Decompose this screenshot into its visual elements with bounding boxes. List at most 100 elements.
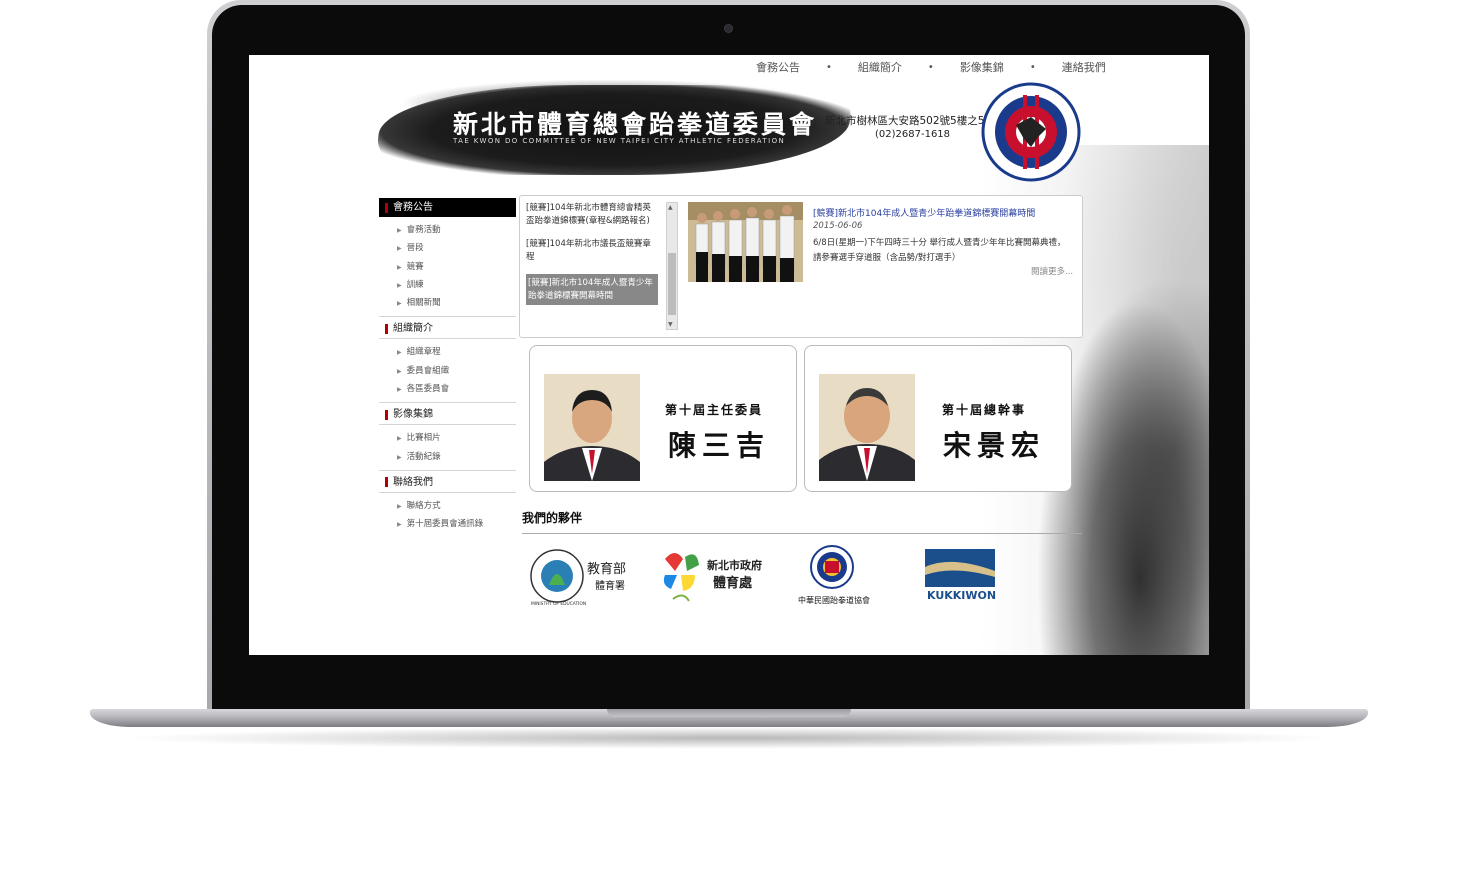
sidebar-item-records[interactable]: ▶ 活動紀錄	[397, 448, 516, 466]
section-marker	[385, 323, 388, 334]
triangle-icon: ▶	[397, 300, 402, 308]
news-scrollbar[interactable]: ▲ ▼	[666, 202, 678, 330]
sidebar-items: ▶ 聯絡方式 ▶ 第十屆委員會通訊錄	[379, 493, 516, 538]
sidebar-section-label: 影像集錦	[393, 409, 433, 421]
address: 新北市樹林區大安路502號5樓之5	[825, 115, 985, 127]
camera-icon	[725, 25, 732, 32]
partner-moe-logo[interactable]: MINISTRY OF EDUCATION 教育部 體育署	[527, 545, 639, 607]
person-role: 第十屆主任委員	[665, 403, 764, 417]
sidebar-item-label: 相關新聞	[406, 298, 441, 309]
top-nav-announcements[interactable]: 會務公告	[754, 59, 802, 75]
featured-news-title[interactable]: [競賽]新北市104年成人暨青少年跆拳道錦標賽開幕時間	[813, 206, 1035, 219]
sidebar-item-contact-info[interactable]: ▶ 聯絡方式	[397, 497, 516, 515]
scroll-down-icon[interactable]: ▼	[668, 321, 673, 328]
sidebar-item-photos[interactable]: ▶ 比賽相片	[397, 429, 516, 447]
laptop-shadow	[120, 727, 1340, 749]
sidebar-item-label: 第十屆委員會通訊錄	[406, 519, 484, 530]
triangle-icon: ▶	[397, 502, 402, 510]
person-card-chairman[interactable]: 第十屆主任委員 陳三吉	[529, 345, 797, 492]
sidebar-item-label: 競賽	[406, 261, 424, 272]
read-more-link[interactable]: 閱讀更多...	[1031, 265, 1073, 277]
triangle-icon: ▶	[397, 521, 402, 529]
sidebar-item-label: 活動紀錄	[406, 451, 441, 462]
portrait-image	[544, 374, 640, 481]
person-card-secretary[interactable]: 第十屆總幹事 宋景宏	[804, 345, 1072, 492]
sidebar-item-label: 晉段	[406, 243, 424, 254]
scrollbar-thumb[interactable]	[668, 253, 676, 315]
sidebar-items: ▶ 會務活動 ▶ 晉段 ▶ 競賽 ▶ 訓練 ▶ 相關新聞	[379, 217, 516, 318]
sidebar-item-promotion[interactable]: ▶ 晉段	[397, 239, 516, 257]
news-list-item[interactable]: [競賽]104年新北市議長盃競賽章程	[526, 238, 658, 263]
person-name: 宋景宏	[943, 429, 1046, 462]
sidebar-item-label: 訓練	[406, 279, 424, 290]
triangle-icon: ▶	[397, 367, 402, 375]
sidebar-section-contact[interactable]: 聯絡我們	[379, 473, 516, 493]
partner-kukkiwon-logo[interactable]: KUKKIWON	[921, 545, 1001, 607]
sidebar-item-activities[interactable]: ▶ 會務活動	[397, 221, 516, 239]
section-marker	[385, 477, 388, 488]
news-photo[interactable]	[688, 202, 803, 282]
triangle-icon: ▶	[397, 281, 402, 289]
triangle-icon: ▶	[397, 435, 402, 443]
top-nav: 會務公告 • 組織簡介 • 影像集錦 • 連絡我們	[754, 58, 1108, 76]
sidebar-section-gallery[interactable]: 影像集錦	[379, 405, 516, 426]
divider	[522, 533, 1082, 534]
sidebar-item-competition[interactable]: ▶ 競賽	[397, 258, 516, 276]
kukkiwon-name: KUKKIWON	[927, 589, 996, 602]
site-title: 新北市體育總會跆拳道委員會	[453, 110, 818, 139]
sidebar-item-label: 組織章程	[406, 347, 441, 358]
partner-ctf-logo[interactable]: 中華民國跆拳道協會	[794, 545, 884, 607]
ntpc-name: 新北市政府	[707, 558, 762, 572]
top-nav-about[interactable]: 組織簡介	[856, 59, 904, 75]
section-marker	[385, 202, 388, 213]
sidebar-item-label: 比賽相片	[406, 433, 441, 444]
sidebar-item-directory[interactable]: ▶ 第十屆委員會通訊錄	[397, 515, 516, 533]
sidebar-item-charter[interactable]: ▶ 組織章程	[397, 343, 516, 361]
person-name: 陳三吉	[668, 429, 771, 462]
laptop-notch	[607, 709, 851, 717]
news-list-item[interactable]: [競賽]104年新北市體育總會精英盃跆拳道錦標賽(章程&網路報名)	[526, 202, 658, 227]
committee-logo[interactable]	[976, 77, 1086, 187]
sidebar-item-label: 聯絡方式	[406, 500, 441, 511]
featured-news-date: 2015-06-06	[813, 221, 863, 231]
sidebar-item-label: 各區委員會	[406, 384, 450, 395]
sidebar-item-news[interactable]: ▶ 相關新聞	[397, 294, 516, 312]
sidebar-item-districts[interactable]: ▶ 各區委員會	[397, 380, 516, 398]
nav-separator: •	[927, 61, 934, 73]
phone: (02)2687-1618	[875, 129, 951, 140]
sidebar-item-label: 委員會組織	[406, 365, 450, 376]
sidebar-items: ▶ 比賽相片 ▶ 活動紀錄	[379, 425, 516, 471]
sidebar-section-about[interactable]: 組織簡介	[379, 319, 516, 340]
top-nav-gallery[interactable]: 影像集錦	[958, 59, 1006, 75]
triangle-icon: ▶	[397, 386, 402, 394]
scroll-up-icon[interactable]: ▲	[668, 204, 673, 211]
triangle-icon: ▶	[397, 453, 402, 461]
website-screen: 會務公告 • 組織簡介 • 影像集錦 • 連絡我們 新北市體育總會跆拳道委員會 …	[249, 55, 1209, 655]
nav-separator: •	[826, 61, 832, 73]
person-role: 第十屆總幹事	[942, 403, 1027, 417]
sidebar-item-label: 會務活動	[406, 225, 441, 235]
ntpc-subname: 體育處	[713, 575, 753, 591]
sidebar-item-committee[interactable]: ▶ 委員會組織	[397, 362, 516, 380]
sidebar-items: ▶ 組織章程 ▶ 委員會組織 ▶ 各區委員會	[379, 339, 516, 404]
sidebar-item-training[interactable]: ▶ 訓練	[397, 276, 516, 294]
moe-ring-text: MINISTRY OF EDUCATION	[531, 601, 586, 607]
sidebar-section-label: 會務公告	[393, 202, 433, 213]
triangle-icon: ▶	[397, 227, 402, 234]
triangle-icon: ▶	[397, 349, 402, 357]
partner-ntpc-logo[interactable]: 新北市政府 體育處	[659, 545, 771, 607]
sidebar-section-label: 聯絡我們	[393, 476, 433, 488]
moe-name: 教育部	[587, 561, 626, 577]
header-banner[interactable]: 新北市體育總會跆拳道委員會 TAE KWON DO COMMITTEE OF N…	[374, 75, 854, 183]
portrait-image	[819, 374, 915, 481]
news-list-item-active[interactable]: [競賽]新北市104年成人暨青少年跆拳道錦標賽開幕時間	[526, 274, 658, 305]
sidebar-section-announcements[interactable]: 會務公告	[379, 198, 516, 217]
site-subtitle: TAE KWON DO COMMITTEE OF NEW TAIPEI CITY…	[453, 137, 786, 145]
triangle-icon: ▶	[397, 245, 402, 253]
triangle-icon: ▶	[397, 263, 402, 271]
top-nav-contact[interactable]: 連絡我們	[1060, 59, 1108, 75]
news-list: [競賽]104年新北市體育總會精英盃跆拳道錦標賽(章程&網路報名) [競賽]10…	[526, 202, 658, 316]
sidebar: 會務公告 ▶ 會務活動 ▶ 晉段 ▶ 競賽 ▶ 訓練 ▶ 相關新聞 組織簡介 ▶ 組織章程 …	[379, 198, 516, 538]
featured-news-body: 6/8日(星期一)下午四時三十分 舉行成人暨青少年年比賽開幕典禮，請參賽選手穿道…	[813, 238, 1066, 263]
moe-subname: 體育署	[595, 579, 625, 592]
